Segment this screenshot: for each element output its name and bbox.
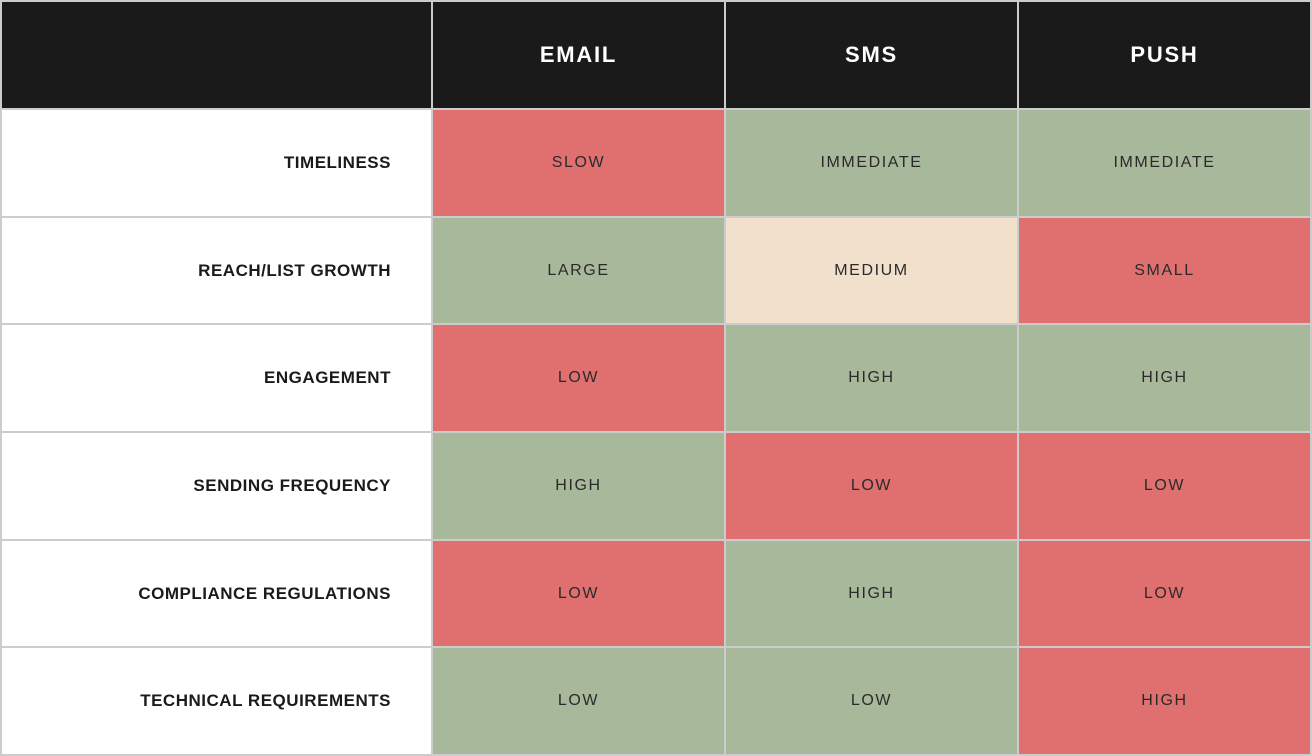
header-push: PUSH <box>1019 2 1310 108</box>
row-2-push: HIGH <box>1019 325 1310 431</box>
row-label-5: TECHNICAL REQUIREMENTS <box>2 648 433 754</box>
row-0-sms: IMMEDIATE <box>726 110 1019 216</box>
data-row-2: ENGAGEMENT LOW HIGH HIGH <box>2 325 1310 433</box>
row-label-0: TIMELINESS <box>2 110 433 216</box>
row-label-1: REACH/LIST GROWTH <box>2 218 433 324</box>
data-row-1: REACH/LIST GROWTH LARGE MEDIUM SMALL <box>2 218 1310 326</box>
row-1-sms: MEDIUM <box>726 218 1019 324</box>
row-0-push: IMMEDIATE <box>1019 110 1310 216</box>
row-label-3: SENDING FREQUENCY <box>2 433 433 539</box>
row-4-push: LOW <box>1019 541 1310 647</box>
row-label-2: ENGAGEMENT <box>2 325 433 431</box>
data-row-5: TECHNICAL REQUIREMENTS LOW LOW HIGH <box>2 648 1310 754</box>
row-label-4: COMPLIANCE REGULATIONS <box>2 541 433 647</box>
row-2-email: LOW <box>433 325 726 431</box>
row-5-sms: LOW <box>726 648 1019 754</box>
comparison-table: EMAIL SMS PUSH TIMELINESS SLOW IMMEDIATE… <box>0 0 1312 756</box>
row-1-push: SMALL <box>1019 218 1310 324</box>
row-3-push: LOW <box>1019 433 1310 539</box>
row-3-email: HIGH <box>433 433 726 539</box>
row-2-sms: HIGH <box>726 325 1019 431</box>
row-3-sms: LOW <box>726 433 1019 539</box>
data-row-4: COMPLIANCE REGULATIONS LOW HIGH LOW <box>2 541 1310 649</box>
header-sms: SMS <box>726 2 1019 108</box>
header-row: EMAIL SMS PUSH <box>2 2 1310 110</box>
row-4-sms: HIGH <box>726 541 1019 647</box>
row-5-email: LOW <box>433 648 726 754</box>
data-row-3: SENDING FREQUENCY HIGH LOW LOW <box>2 433 1310 541</box>
data-row-0: TIMELINESS SLOW IMMEDIATE IMMEDIATE <box>2 110 1310 218</box>
header-label-cell <box>2 2 433 108</box>
row-0-email: SLOW <box>433 110 726 216</box>
row-5-push: HIGH <box>1019 648 1310 754</box>
row-1-email: LARGE <box>433 218 726 324</box>
header-email: EMAIL <box>433 2 726 108</box>
row-4-email: LOW <box>433 541 726 647</box>
